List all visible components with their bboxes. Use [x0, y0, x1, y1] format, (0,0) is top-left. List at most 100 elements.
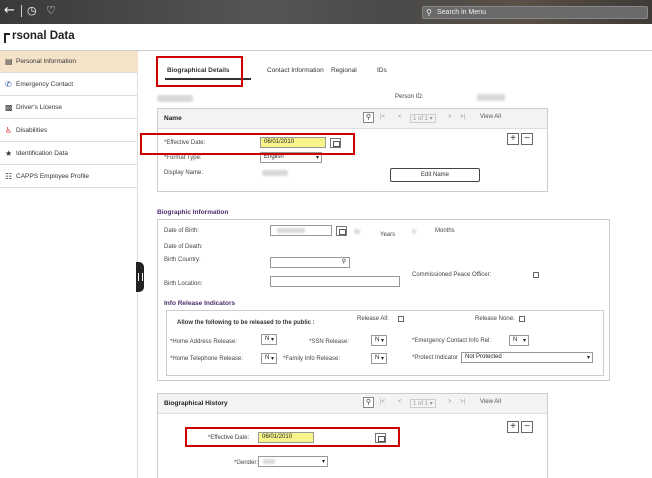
- chevron-down-icon: ▾: [586, 354, 590, 361]
- name-pager: 1 of 1: [413, 116, 429, 122]
- gender-label: *Gender:: [234, 460, 259, 466]
- chevron-down-icon: ▾: [522, 337, 526, 344]
- home-telephone-release-label: *Home Telephone Release:: [170, 356, 243, 362]
- biographic-info-title: Biographic Information: [157, 209, 229, 216]
- info-release-title: Info Release Indicators: [164, 300, 236, 307]
- search-placeholder: Search in Menu: [437, 9, 487, 16]
- search-input[interactable]: ⚲ Search in Menu: [422, 6, 648, 19]
- sidebar-item-personal-information[interactable]: ▤ Personal Information: [0, 51, 138, 73]
- age-months-redacted: [412, 229, 416, 234]
- name-panel-title: Name: [164, 115, 182, 122]
- years-label: Years: [380, 232, 396, 238]
- home-address-release-label: *Home Address Release:: [170, 339, 238, 345]
- ssn-release-value: N: [375, 337, 380, 343]
- page-selector[interactable]: 1 of 1 ▾: [410, 114, 436, 123]
- title-bracket: [4, 33, 10, 43]
- last-page-icon[interactable]: >|: [460, 399, 465, 405]
- search-icon: ⚲: [426, 8, 432, 17]
- chevron-down-icon: ▾: [270, 336, 274, 343]
- sidebar: ▤ Personal Information ✆ Emergency Conta…: [0, 51, 138, 478]
- emergency-contact-release-select[interactable]: N ▾: [509, 335, 529, 346]
- previous-page-icon[interactable]: <: [398, 399, 402, 405]
- peace-officer-label: Commissioned Peace Officer:: [412, 272, 492, 278]
- bio-history-title: Biographical History: [164, 400, 228, 407]
- next-page-icon[interactable]: >: [448, 399, 452, 405]
- last-page-icon[interactable]: >|: [460, 114, 465, 120]
- birth-location-label: Birth Location:: [164, 281, 203, 287]
- sidebar-item-disabilities[interactable]: ♿ Disabilities: [0, 120, 138, 142]
- sidebar-item-drivers-license[interactable]: ▩ Driver's License: [0, 97, 138, 119]
- release-all-checkbox[interactable]: [398, 316, 404, 322]
- name-panel-header: Name ⚲ |< < 1 of 1 ▾ > >| View All: [158, 109, 547, 129]
- ssn-release-label: *SSN Release:: [309, 339, 350, 345]
- protect-indicator-select[interactable]: Not Protected ▾: [461, 352, 593, 363]
- magnify-icon[interactable]: ⚲: [363, 112, 374, 123]
- emergency-contact-release-value: N: [513, 337, 518, 343]
- sidebar-item-capps-employee-profile[interactable]: ☷ CAPPS Employee Profile: [0, 166, 138, 188]
- family-info-release-value: N: [375, 355, 380, 361]
- page-selector[interactable]: 1 of 1 ▾: [410, 399, 436, 408]
- heart-icon[interactable]: ♡: [46, 4, 56, 18]
- ssn-release-select[interactable]: N ▾: [371, 335, 387, 346]
- next-page-icon[interactable]: >: [448, 114, 452, 120]
- sidebar-item-label: Personal Information: [16, 58, 76, 65]
- format-type-label: *Format Type:: [164, 155, 202, 161]
- org-chart-icon: ☷: [5, 172, 13, 181]
- gender-select[interactable]: ▾: [258, 456, 328, 467]
- sidebar-item-emergency-contact[interactable]: ✆ Emergency Contact: [0, 74, 138, 96]
- highlight-box-tab: [156, 56, 243, 87]
- magnify-icon[interactable]: ⚲: [363, 397, 374, 408]
- sidebar-collapse-handle[interactable]: [136, 262, 144, 292]
- bio-history-header: Biographical History ⚲ |< < 1 of 1 ▾ > >…: [158, 394, 547, 414]
- chevron-down-icon: ▾: [380, 337, 384, 344]
- person-id-redacted: [477, 94, 505, 101]
- fingerprint-icon: ★: [5, 149, 13, 158]
- person-id-label: Person ID:: [395, 94, 424, 100]
- add-row-button[interactable]: +: [507, 421, 519, 433]
- tab-regional[interactable]: Regional: [331, 67, 357, 74]
- sidebar-item-identification-data[interactable]: ★ Identification Data: [0, 143, 138, 165]
- phone-icon: ✆: [5, 80, 12, 89]
- add-row-button[interactable]: +: [507, 133, 519, 145]
- birth-country-input[interactable]: ⚲: [270, 257, 350, 268]
- page-title-bar: rsonal Data: [0, 27, 652, 51]
- birth-location-input[interactable]: [270, 276, 400, 287]
- family-info-release-label: *Family Info Release:: [283, 356, 341, 362]
- home-telephone-release-select[interactable]: N ▾: [261, 353, 277, 364]
- release-all-label: Release All:: [357, 316, 389, 322]
- previous-page-icon[interactable]: <: [398, 114, 402, 120]
- family-info-release-select[interactable]: N ▾: [371, 353, 387, 364]
- delete-row-button[interactable]: −: [521, 133, 533, 145]
- home-address-release-select[interactable]: N ▾: [261, 334, 277, 345]
- edit-name-button[interactable]: Edit Name: [390, 168, 480, 182]
- highlight-box-bio-effective-date: [185, 427, 400, 447]
- delete-row-button[interactable]: −: [521, 421, 533, 433]
- birth-country-label: Birth Country:: [164, 257, 201, 263]
- back-arrow-icon[interactable]: ←: [4, 4, 15, 18]
- months-label: Months: [435, 228, 455, 234]
- tab-ids[interactable]: IDs: [377, 67, 387, 74]
- info-release-panel: Allow the following to be released to th…: [166, 310, 604, 376]
- main-content: Biographical Details Contact Information…: [140, 51, 650, 478]
- calendar-icon[interactable]: [336, 226, 347, 236]
- sidebar-item-label: Driver's License: [16, 104, 63, 111]
- first-page-icon[interactable]: |<: [380, 399, 385, 405]
- dob-redacted: [277, 228, 305, 233]
- dod-label: Date of Death:: [164, 244, 203, 250]
- clock-icon[interactable]: ◷: [27, 4, 37, 18]
- first-page-icon[interactable]: |<: [380, 114, 385, 120]
- home-address-release-value: N: [265, 336, 270, 342]
- sidebar-item-label: Identification Data: [16, 150, 69, 157]
- top-banner: ← ◷ ♡ ⚲ Search in Menu: [0, 0, 652, 24]
- bio-history-view-all[interactable]: View All: [480, 399, 501, 405]
- name-view-all[interactable]: View All: [480, 114, 501, 120]
- release-none-checkbox[interactable]: [519, 316, 525, 322]
- protect-indicator-label: *Protect Indicator: [412, 355, 459, 361]
- divider: [21, 5, 22, 17]
- peace-officer-checkbox[interactable]: [533, 272, 539, 278]
- tab-contact-information[interactable]: Contact Information: [267, 67, 324, 74]
- search-icon[interactable]: ⚲: [342, 258, 346, 267]
- bio-history-pager: 1 of 1: [413, 401, 429, 407]
- accessibility-icon: ♿: [5, 126, 13, 135]
- dob-input[interactable]: [270, 225, 332, 236]
